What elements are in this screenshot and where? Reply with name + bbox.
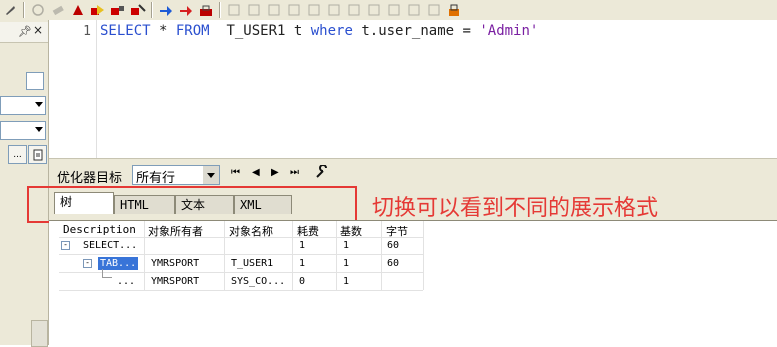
- panel-dropdown-2[interactable]: [0, 121, 46, 140]
- grid-line: [59, 254, 423, 255]
- grid-line: [144, 221, 145, 290]
- outdent-icon[interactable]: [304, 1, 324, 19]
- cell-owner: YMRSPORT: [151, 258, 200, 269]
- column-header-description[interactable]: Description: [63, 223, 136, 236]
- debug-icon[interactable]: [128, 1, 148, 19]
- keyword-from: FROM: [175, 23, 210, 39]
- cell-cardinality: 1: [343, 258, 350, 269]
- last-icon[interactable]: ⏭︎: [290, 167, 299, 178]
- cell-bytes: 60: [387, 240, 400, 251]
- next-icon[interactable]: ▶︎: [271, 167, 279, 178]
- comment-icon[interactable]: [324, 1, 344, 19]
- keyword-select: SELECT: [100, 23, 151, 39]
- optimizer-label: 优化器目标: [57, 171, 123, 186]
- browse-button[interactable]: ...: [8, 145, 27, 164]
- grid-line: [59, 237, 423, 238]
- cell-description: ...: [117, 276, 136, 287]
- lock-icon[interactable]: [196, 1, 216, 19]
- tree-connector: [102, 277, 112, 278]
- cell-object: SYS_CO...: [231, 276, 286, 287]
- keyword-where: where: [310, 23, 353, 39]
- cell-cost: 1: [299, 258, 306, 269]
- close-icon[interactable]: ×: [33, 23, 43, 37]
- stop-icon[interactable]: [68, 1, 88, 19]
- refresh-icon[interactable]: [28, 1, 48, 19]
- plan-icon[interactable]: [244, 1, 264, 19]
- chevron-down-icon: [35, 102, 43, 107]
- annotation-box: [27, 186, 357, 223]
- explain-icon[interactable]: [224, 1, 244, 19]
- cell-owner: YMRSPORT: [151, 276, 200, 287]
- optimizer-selected-value: 所有行: [136, 171, 176, 186]
- chevron-down-icon[interactable]: [203, 166, 219, 184]
- grid-line: [224, 221, 225, 290]
- grid-line: [59, 290, 423, 291]
- first-icon[interactable]: ⏮︎: [231, 167, 240, 178]
- bookmark-icon[interactable]: [364, 1, 384, 19]
- save-icon[interactable]: [424, 1, 444, 19]
- sql-editor[interactable]: 1 SELECT * FROM T_USER1 t where t.user_n…: [49, 20, 777, 158]
- commit-icon[interactable]: [444, 1, 464, 19]
- cell-cardinality: 1: [343, 276, 350, 287]
- right-arrow-icon[interactable]: [176, 1, 196, 19]
- uncomment-icon[interactable]: [344, 1, 364, 19]
- cell-object: T_USER1: [231, 258, 274, 269]
- object-browser-panel: 📌︎ × ...: [0, 20, 49, 347]
- optimizer-select[interactable]: 所有行: [132, 165, 220, 186]
- optimizer-bar: 优化器目标 所有行 ⏮︎ ◀︎ ▶︎ ⏭︎: [49, 162, 777, 188]
- token-table: T_USER1 t: [209, 23, 311, 39]
- indent-icon[interactable]: [284, 1, 304, 19]
- cell-description[interactable]: TAB...: [98, 257, 139, 270]
- cell-cost: 0: [299, 276, 306, 287]
- panel-dropdown-1[interactable]: [0, 96, 46, 115]
- string-literal: 'Admin': [479, 23, 539, 39]
- previous-icon[interactable]: ◀︎: [252, 167, 260, 178]
- line-number: 1: [83, 24, 91, 39]
- run-icon[interactable]: [88, 1, 108, 19]
- erase-icon[interactable]: [48, 1, 68, 19]
- grid-line: [59, 272, 423, 273]
- panel-checkbox[interactable]: [26, 72, 44, 90]
- run-all-icon[interactable]: [108, 1, 128, 19]
- toolbar-separator: [23, 2, 25, 18]
- up-arrow-icon[interactable]: [156, 1, 176, 19]
- cell-cardinality: 1: [343, 240, 350, 251]
- toolbar: [0, 0, 777, 21]
- panel-header: 📌︎ ×: [0, 22, 48, 43]
- annotation-text: 切换可以看到不同的展示格式: [372, 196, 659, 221]
- collapse-icon[interactable]: -: [61, 241, 70, 250]
- cell-description: SELECT...: [83, 240, 138, 251]
- sql-code[interactable]: SELECT * FROM T_USER1 t where t.user_nam…: [100, 23, 538, 39]
- find-icon[interactable]: [384, 1, 404, 19]
- tree-connector: [102, 269, 103, 277]
- grid-line: [381, 221, 382, 290]
- panel-scrollbar[interactable]: [31, 320, 48, 347]
- toolbar-separator: [219, 2, 221, 18]
- format-icon[interactable]: [264, 1, 284, 19]
- toolbar-separator: [151, 2, 153, 18]
- wrench-icon[interactable]: [315, 164, 329, 183]
- document-icon[interactable]: [28, 145, 47, 164]
- replace-icon[interactable]: [404, 1, 424, 19]
- cell-bytes: 60: [387, 258, 400, 269]
- line-gutter: 1: [49, 20, 97, 158]
- collapse-icon[interactable]: -: [83, 259, 92, 268]
- pin-icon[interactable]: 📌︎: [18, 25, 32, 38]
- cell-cost: 1: [299, 240, 306, 251]
- grid-line: [292, 221, 293, 290]
- token-condition: t.user_name =: [352, 23, 480, 39]
- settings-icon[interactable]: [0, 1, 20, 19]
- plan-grid: Description 对象所有者 对象名称 耗费 基数 字节 - SELECT…: [49, 220, 777, 346]
- grid-line: [336, 221, 337, 290]
- chevron-down-icon: [35, 127, 43, 132]
- grid-line: [423, 221, 424, 290]
- token-star: *: [150, 23, 176, 39]
